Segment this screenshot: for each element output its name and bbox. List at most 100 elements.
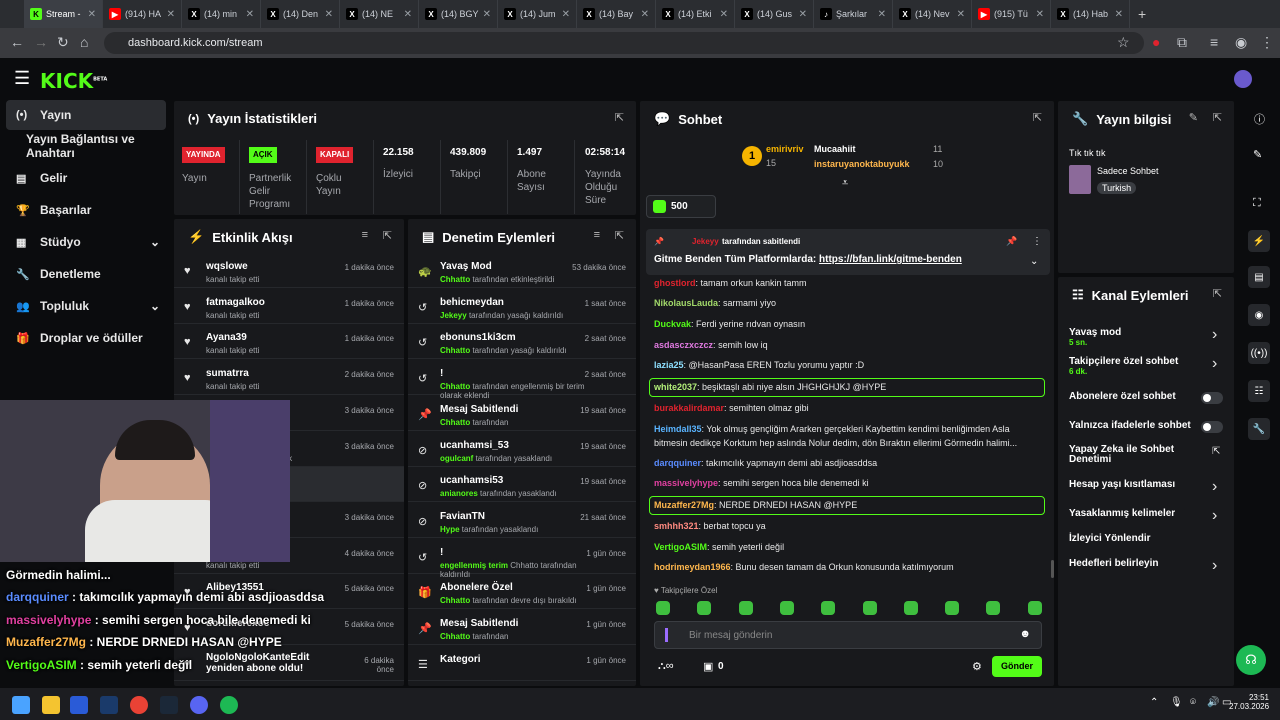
focus-icon[interactable]: ⛶ bbox=[1253, 197, 1261, 210]
unpin-icon[interactable]: 📌 bbox=[1006, 236, 1017, 247]
emote-icon[interactable] bbox=[1027, 601, 1042, 615]
chat-username[interactable]: burakkalirdamar bbox=[654, 403, 724, 413]
mic-icon[interactable]: 🎙 bbox=[1170, 697, 1183, 708]
activity-user[interactable]: sumatrra bbox=[206, 368, 249, 379]
pencil-icon[interactable]: ✎ bbox=[1253, 148, 1262, 161]
browser-tab[interactable]: X (14) BGY ✕ bbox=[419, 0, 498, 28]
popout-icon[interactable]: ⇱ bbox=[615, 111, 624, 124]
sidebar-item[interactable]: ▦ Stüdyo ⌄ bbox=[6, 227, 166, 257]
kicks-counter[interactable]: 500 bbox=[646, 195, 716, 218]
channel-action-label[interactable]: Yapay Zeka ile Sohbet Denetimi bbox=[1069, 445, 1179, 465]
chat-username[interactable]: white2037 bbox=[654, 382, 697, 392]
emote-icon[interactable] bbox=[779, 601, 794, 615]
teams-icon[interactable] bbox=[100, 696, 118, 714]
browser-tab[interactable]: K Stream - ✕ bbox=[24, 0, 103, 28]
chat-scrollbar[interactable] bbox=[1051, 560, 1054, 578]
chevron-right-icon[interactable]: › bbox=[1212, 326, 1217, 344]
mod-user[interactable]: Chhatto bbox=[440, 596, 470, 605]
close-tab-icon[interactable]: ✕ bbox=[246, 9, 254, 20]
browser-tab[interactable]: ♪ Şarkılar ✕ bbox=[814, 0, 893, 28]
chat-username[interactable]: massivelyhype bbox=[654, 478, 718, 488]
tray-chevron-icon[interactable]: ⌃ bbox=[1150, 697, 1158, 708]
sidebar-item[interactable]: (•) Yayın bbox=[6, 100, 166, 130]
url-field[interactable]: dashboard.kick.com/stream bbox=[104, 32, 1144, 54]
activity-user[interactable]: NgoloNgoloKanteEdit yeniden abone oldu! bbox=[206, 652, 336, 674]
mod-user[interactable]: Chhatto bbox=[440, 275, 470, 284]
discord-icon[interactable] bbox=[190, 696, 208, 714]
mod-user[interactable]: Chhatto bbox=[440, 346, 470, 355]
popout-icon[interactable]: ⇱ bbox=[1033, 111, 1042, 124]
close-tab-icon[interactable]: ✕ bbox=[404, 9, 412, 20]
chat-username[interactable]: Heimdall35 bbox=[654, 424, 702, 434]
menu-icon[interactable]: ⋮ bbox=[1260, 34, 1274, 51]
toggle-switch[interactable] bbox=[1201, 421, 1223, 433]
send-button[interactable]: Gönder bbox=[992, 656, 1042, 677]
chat-username[interactable]: ghostlord bbox=[654, 278, 696, 288]
channel-action-label[interactable]: Hesap yaşı kısıtlaması bbox=[1069, 479, 1175, 490]
sidebar-item[interactable]: Yayın Bağlantısı ve Anahtarı bbox=[6, 131, 166, 161]
toggle-switch[interactable] bbox=[1201, 392, 1223, 404]
settings-gear-icon[interactable]: ⚙ bbox=[972, 660, 982, 673]
filter-icon[interactable]: ≡ bbox=[362, 229, 368, 241]
mod-user[interactable]: ogulcanf bbox=[440, 454, 473, 463]
more-icon[interactable]: ⋮ bbox=[1032, 236, 1042, 247]
filter-icon[interactable]: ≡ bbox=[594, 229, 600, 241]
activity-user[interactable]: wqslowe bbox=[206, 261, 248, 272]
browser-tab[interactable]: X (14) min ✕ bbox=[182, 0, 261, 28]
speaker-icon[interactable]: 🔊 bbox=[1207, 697, 1219, 708]
channel-action-label[interactable]: Yavaş mod bbox=[1069, 327, 1121, 338]
windows-start-icon[interactable] bbox=[12, 696, 30, 714]
channel-action-label[interactable]: Abonelere özel sohbet bbox=[1069, 391, 1176, 402]
steam-icon[interactable] bbox=[160, 696, 178, 714]
mod-user[interactable]: Chhatto bbox=[440, 382, 470, 391]
close-tab-icon[interactable]: ✕ bbox=[325, 9, 333, 20]
sliders-icon[interactable]: ☷ bbox=[1248, 380, 1270, 402]
channel-action-label[interactable]: İzleyici Yönlendir bbox=[1069, 533, 1151, 544]
popout-icon[interactable]: ⇱ bbox=[615, 229, 624, 242]
outlook-icon[interactable] bbox=[70, 696, 88, 714]
broadcast-icon[interactable]: ((•)) bbox=[1248, 342, 1270, 364]
sidebar-item[interactable]: 👥 Topluluk ⌄ bbox=[6, 291, 166, 321]
external-link-icon[interactable]: ⇱ bbox=[1212, 446, 1220, 457]
spotify-icon[interactable] bbox=[220, 696, 238, 714]
browser-tab[interactable]: X (14) Den ✕ bbox=[261, 0, 340, 28]
pinned-link[interactable]: https://bfan.link/gitme-benden bbox=[819, 254, 962, 265]
emoji-icon[interactable]: ☻ bbox=[1019, 628, 1031, 640]
chevron-right-icon[interactable]: › bbox=[1212, 557, 1217, 575]
chat-username[interactable]: VertigoASIM bbox=[654, 542, 707, 552]
chevron-right-icon[interactable]: › bbox=[1212, 478, 1217, 496]
mod-user[interactable]: engellenmiş terim bbox=[440, 561, 508, 570]
close-tab-icon[interactable]: ✕ bbox=[167, 9, 175, 20]
chrome-icon[interactable] bbox=[130, 696, 148, 714]
close-tab-icon[interactable]: ✕ bbox=[483, 9, 491, 20]
emote-icon[interactable] bbox=[656, 601, 670, 615]
file-explorer-icon[interactable] bbox=[42, 696, 60, 714]
close-tab-icon[interactable]: ✕ bbox=[1036, 9, 1044, 20]
channel-action-label[interactable]: Hedefleri belirleyin bbox=[1069, 558, 1158, 569]
mod-user[interactable]: Hype bbox=[440, 525, 460, 534]
extensions-icon[interactable]: ⧉ bbox=[1177, 34, 1187, 51]
activity-user[interactable]: Ayana39 bbox=[206, 332, 247, 343]
mod-user[interactable]: Chhatto bbox=[440, 632, 470, 641]
browser-tab[interactable]: ▶ (915) Tü ✕ bbox=[972, 0, 1051, 28]
close-tab-icon[interactable]: ✕ bbox=[88, 9, 96, 20]
emote-icon[interactable] bbox=[821, 601, 836, 615]
sidebar-item[interactable]: 🔧 Denetleme bbox=[6, 259, 166, 289]
reload-icon[interactable]: ↻ bbox=[57, 34, 69, 51]
sidebar-item[interactable]: 🏆 Başarılar bbox=[6, 195, 166, 225]
category-name[interactable]: Sadece Sohbet bbox=[1097, 166, 1159, 176]
chat-username[interactable]: lazia25 bbox=[654, 360, 684, 370]
chat-icon[interactable]: ◉ bbox=[1248, 304, 1270, 326]
close-tab-icon[interactable]: ✕ bbox=[1115, 9, 1123, 20]
new-tab-icon[interactable]: + bbox=[1138, 6, 1146, 22]
chat-username[interactable]: darqquiner bbox=[654, 458, 701, 468]
kicks-gift-icon[interactable]: ⛬∞ bbox=[658, 660, 674, 673]
gifter-2-name[interactable]: Mucaahiit bbox=[814, 144, 856, 154]
browser-tab[interactable]: X (14) Hab ✕ bbox=[1051, 0, 1130, 28]
chat-username[interactable]: Duckvak bbox=[654, 319, 691, 329]
chevron-right-icon[interactable]: › bbox=[1212, 355, 1217, 373]
back-icon[interactable]: ← bbox=[10, 34, 24, 50]
home-icon[interactable]: ⌂ bbox=[80, 34, 88, 50]
help-chat-button[interactable]: ☊ bbox=[1236, 645, 1266, 675]
close-tab-icon[interactable]: ✕ bbox=[878, 9, 886, 20]
